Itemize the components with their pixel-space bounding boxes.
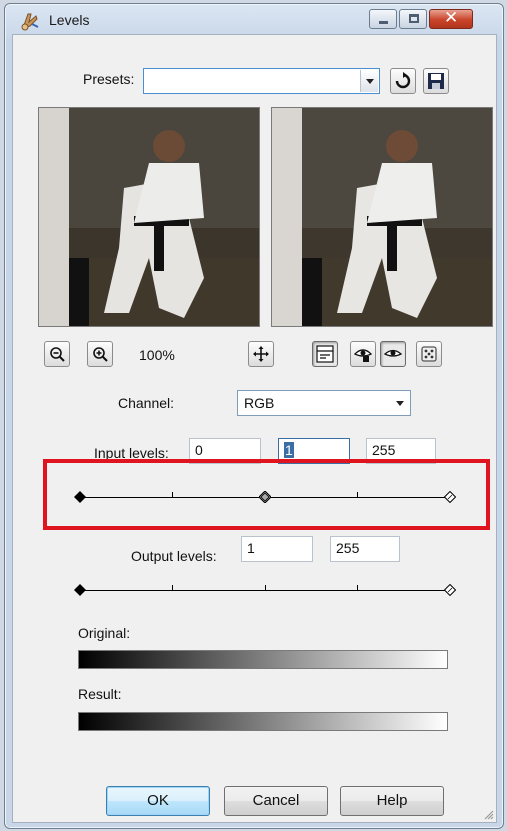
- zoom-in-icon: [93, 347, 108, 362]
- input-gamma-value: 1: [284, 442, 294, 458]
- navigate-button[interactable]: [248, 341, 274, 367]
- input-black-handle[interactable]: [74, 491, 86, 503]
- after-preview[interactable]: [271, 107, 493, 327]
- result-gradient: [78, 712, 448, 731]
- output-white-handle[interactable]: [444, 584, 456, 596]
- result-label: Result:: [78, 686, 122, 702]
- presets-label: Presets:: [83, 71, 135, 87]
- output-black-field[interactable]: 1: [241, 536, 313, 562]
- input-black-value: 0: [195, 442, 203, 458]
- input-track-tick: [172, 492, 173, 497]
- chevron-down-icon: [360, 70, 378, 92]
- input-track-tick: [357, 492, 358, 497]
- reset-arrow-icon: [395, 72, 411, 89]
- output-white-value: 255: [336, 540, 360, 556]
- ok-button[interactable]: OK: [106, 786, 210, 816]
- input-white-handle[interactable]: [444, 491, 456, 503]
- proof-toggle-button[interactable]: [312, 341, 338, 367]
- reset-preset-button[interactable]: [390, 68, 416, 94]
- zoom-in-button[interactable]: [87, 341, 113, 367]
- proof-toggle-icon: [316, 345, 334, 363]
- output-track-tick: [357, 585, 358, 590]
- maximize-icon: [409, 14, 419, 23]
- eye-icon: [384, 349, 402, 357]
- randomize-button[interactable]: [416, 341, 442, 367]
- zoom-out-icon: [50, 347, 65, 362]
- before-preview[interactable]: [38, 107, 260, 327]
- auto-proof-icon: [354, 349, 372, 362]
- minimize-icon: [379, 21, 388, 24]
- input-white-value: 255: [372, 442, 396, 458]
- maximize-button[interactable]: [399, 9, 427, 29]
- randomize-dice-icon: [421, 346, 437, 362]
- channel-dropdown[interactable]: RGB: [237, 390, 411, 416]
- minimize-button[interactable]: [369, 9, 397, 29]
- output-black-handle[interactable]: [74, 584, 86, 596]
- before-preview-image: [39, 108, 259, 326]
- output-white-field[interactable]: 255: [330, 536, 400, 562]
- close-icon: ✕: [444, 8, 459, 28]
- dialog-body: Presets: 100% Channel: RGB Input levels:…: [12, 34, 497, 823]
- save-preset-button[interactable]: [423, 68, 449, 94]
- output-track-tick: [265, 585, 266, 590]
- resize-grip-icon[interactable]: [482, 808, 494, 820]
- output-levels-label: Output levels:: [131, 548, 217, 564]
- window-title: Levels: [49, 12, 90, 28]
- output-black-value: 1: [247, 540, 255, 556]
- help-button[interactable]: Help: [340, 786, 444, 816]
- levels-dialog: Levels ✕ Presets: 100% Channel: RGB Inpu…: [4, 3, 504, 829]
- preview-eye-button[interactable]: [380, 341, 406, 367]
- presets-dropdown[interactable]: [143, 68, 380, 94]
- after-preview-image: [272, 108, 492, 326]
- chevron-down-icon: [391, 392, 409, 414]
- close-button[interactable]: ✕: [429, 8, 473, 29]
- channel-value: RGB: [244, 395, 275, 411]
- zoom-out-button[interactable]: [44, 341, 70, 367]
- save-disk-icon: [428, 73, 444, 89]
- levels-app-icon: [21, 13, 39, 31]
- navigate-crosshair-icon: [253, 346, 269, 362]
- channel-label: Channel:: [118, 395, 175, 411]
- title-bar[interactable]: Levels ✕: [5, 4, 503, 34]
- original-label: Original:: [78, 625, 131, 641]
- output-levels-track[interactable]: [80, 590, 450, 591]
- output-track-tick: [172, 585, 173, 590]
- zoom-level: 100%: [139, 347, 175, 363]
- input-gamma-handle[interactable]: [259, 491, 271, 503]
- cancel-button[interactable]: Cancel: [224, 786, 328, 816]
- auto-proof-button[interactable]: [350, 341, 376, 367]
- original-gradient: [78, 650, 448, 669]
